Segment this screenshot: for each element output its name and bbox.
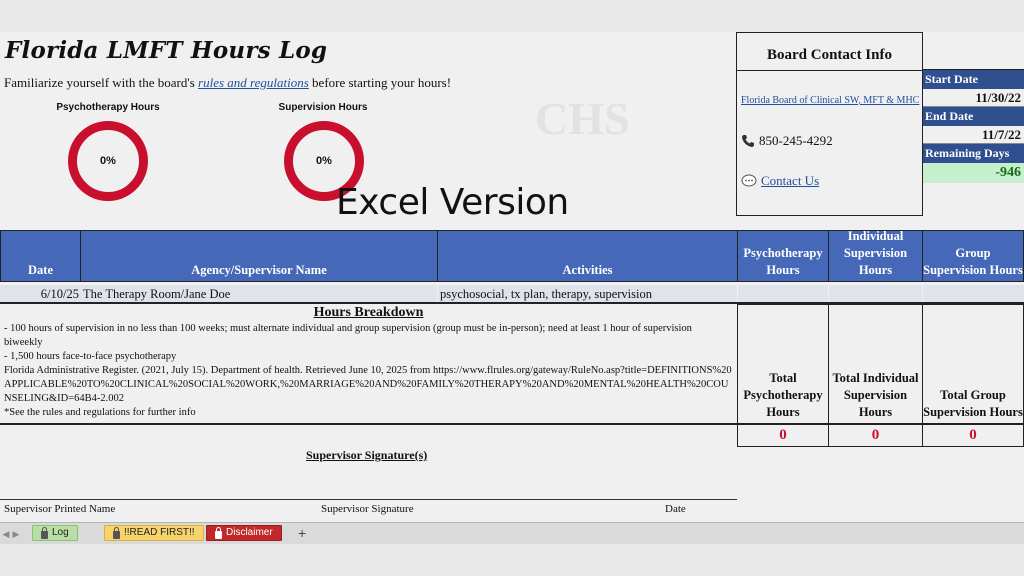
supervision-percent: 0% bbox=[316, 155, 332, 167]
phone-icon bbox=[742, 135, 754, 147]
contact-us-label: Contact Us bbox=[761, 173, 820, 188]
breakdown-title: Hours Breakdown bbox=[313, 305, 424, 320]
lock-icon bbox=[41, 526, 48, 539]
total-group-label: Total Group Supervision Hours bbox=[922, 304, 1024, 424]
add-sheet-button[interactable]: + bbox=[290, 525, 314, 541]
board-link[interactable]: Florida Board of Clinical SW, MFT & MHC bbox=[741, 95, 919, 106]
breakdown-line: *See the rules and regulations for furth… bbox=[4, 407, 196, 418]
total-group-value: 0 bbox=[922, 424, 1024, 447]
printed-name-label: Supervisor Printed Name bbox=[4, 503, 116, 515]
breakdown-divider bbox=[0, 423, 738, 425]
chat-bubble-icon bbox=[741, 174, 757, 187]
breakdown-line: - 1,500 hours face-to-face psychotherapy bbox=[4, 351, 177, 362]
intro-text: Familiarize yourself with the board's ru… bbox=[4, 75, 451, 91]
tab-scroll-right-icon[interactable]: ▶ bbox=[10, 527, 22, 541]
date-label: Date bbox=[665, 503, 686, 515]
row-activities[interactable]: psychosocial, tx plan, therapy, supervis… bbox=[438, 285, 737, 303]
header-agency: Agency/Supervisor Name bbox=[80, 230, 438, 282]
date-panel-blank bbox=[923, 32, 1024, 70]
rules-link[interactable]: rules and regulations bbox=[198, 75, 309, 90]
header-psychotherapy: Psychotherapy Hours bbox=[737, 230, 829, 282]
end-date-label: End Date bbox=[923, 107, 1024, 126]
psychotherapy-percent: 0% bbox=[100, 155, 116, 167]
spreadsheet-area: Florida LMFT Hours Log Familiarize yours… bbox=[0, 32, 1024, 544]
date-panel: Start Date 11/30/22 End Date 11/7/22 Rem… bbox=[922, 32, 1024, 216]
psychotherapy-donut-chart: 0% bbox=[68, 121, 148, 201]
lock-icon bbox=[113, 526, 120, 539]
remaining-days-label: Remaining Days bbox=[923, 144, 1024, 163]
psychotherapy-chart-label: Psychotherapy Hours bbox=[56, 102, 160, 113]
total-psychotherapy-value: 0 bbox=[737, 424, 829, 447]
supervisor-signature-title: Supervisor Signature(s) bbox=[306, 448, 428, 462]
tab-read-first-label: !!READ FIRST!! bbox=[124, 527, 195, 538]
hours-breakdown: Hours Breakdown - 100 hours of supervisi… bbox=[0, 304, 737, 424]
total-individual-label: Total Individual Supervision Hours bbox=[828, 304, 923, 424]
remaining-days-value: -946 bbox=[923, 163, 1024, 183]
tab-read-first[interactable]: !!READ FIRST!! bbox=[104, 525, 204, 541]
header-date: Date bbox=[0, 230, 81, 282]
end-date-value[interactable]: 11/7/22 bbox=[923, 126, 1024, 144]
phone-number: 850-245-4292 bbox=[759, 133, 833, 148]
intro-prefix: Familiarize yourself with the board's bbox=[4, 75, 199, 90]
row-agency[interactable]: The Therapy Room/Jane Doe bbox=[81, 285, 437, 303]
total-psychotherapy-label: Total Psychotherapy Hours bbox=[737, 304, 829, 424]
tab-disclaimer[interactable]: Disclaimer bbox=[206, 525, 282, 541]
tab-log[interactable]: Log bbox=[32, 525, 78, 541]
intro-suffix: before starting your hours! bbox=[308, 75, 452, 90]
contact-us-link[interactable]: Contact Us bbox=[741, 173, 819, 189]
tab-disclaimer-label: Disclaimer bbox=[226, 527, 273, 538]
sheet-tab-bar: ◀ ▶ Log !!READ FIRST!! Disclaimer + bbox=[0, 522, 1024, 544]
watermark-logo: CHS bbox=[535, 93, 630, 144]
sheet-title: Florida LMFT Hours Log bbox=[5, 37, 328, 64]
header-group: Group Supervision Hours bbox=[922, 230, 1024, 282]
lock-icon bbox=[215, 526, 222, 539]
total-individual-value: 0 bbox=[828, 424, 923, 447]
tab-log-label: Log bbox=[52, 527, 69, 538]
row-individual[interactable] bbox=[829, 285, 922, 303]
breakdown-line: Florida Administrative Register. (2021, … bbox=[4, 365, 732, 404]
row-date[interactable]: 6/10/25 bbox=[0, 285, 81, 303]
supervision-chart-label: Supervision Hours bbox=[278, 102, 368, 113]
header-individual: Individual Supervision Hours bbox=[828, 229, 923, 282]
row-group[interactable] bbox=[923, 285, 1024, 303]
board-contact-box: Board Contact Info Florida Board of Clin… bbox=[736, 32, 923, 216]
signature-line bbox=[0, 499, 737, 500]
start-date-value[interactable]: 11/30/22 bbox=[923, 89, 1024, 107]
board-phone: 850-245-4292 bbox=[741, 133, 833, 149]
signature-label: Supervisor Signature bbox=[321, 503, 414, 515]
excel-version-overlay: Excel Version bbox=[336, 182, 569, 223]
header-activities: Activities bbox=[437, 230, 738, 282]
board-contact-title: Board Contact Info bbox=[737, 33, 922, 71]
row-psychotherapy[interactable] bbox=[738, 285, 828, 303]
start-date-label: Start Date bbox=[923, 70, 1024, 89]
breakdown-line: - 100 hours of supervision in no less th… bbox=[4, 323, 692, 348]
